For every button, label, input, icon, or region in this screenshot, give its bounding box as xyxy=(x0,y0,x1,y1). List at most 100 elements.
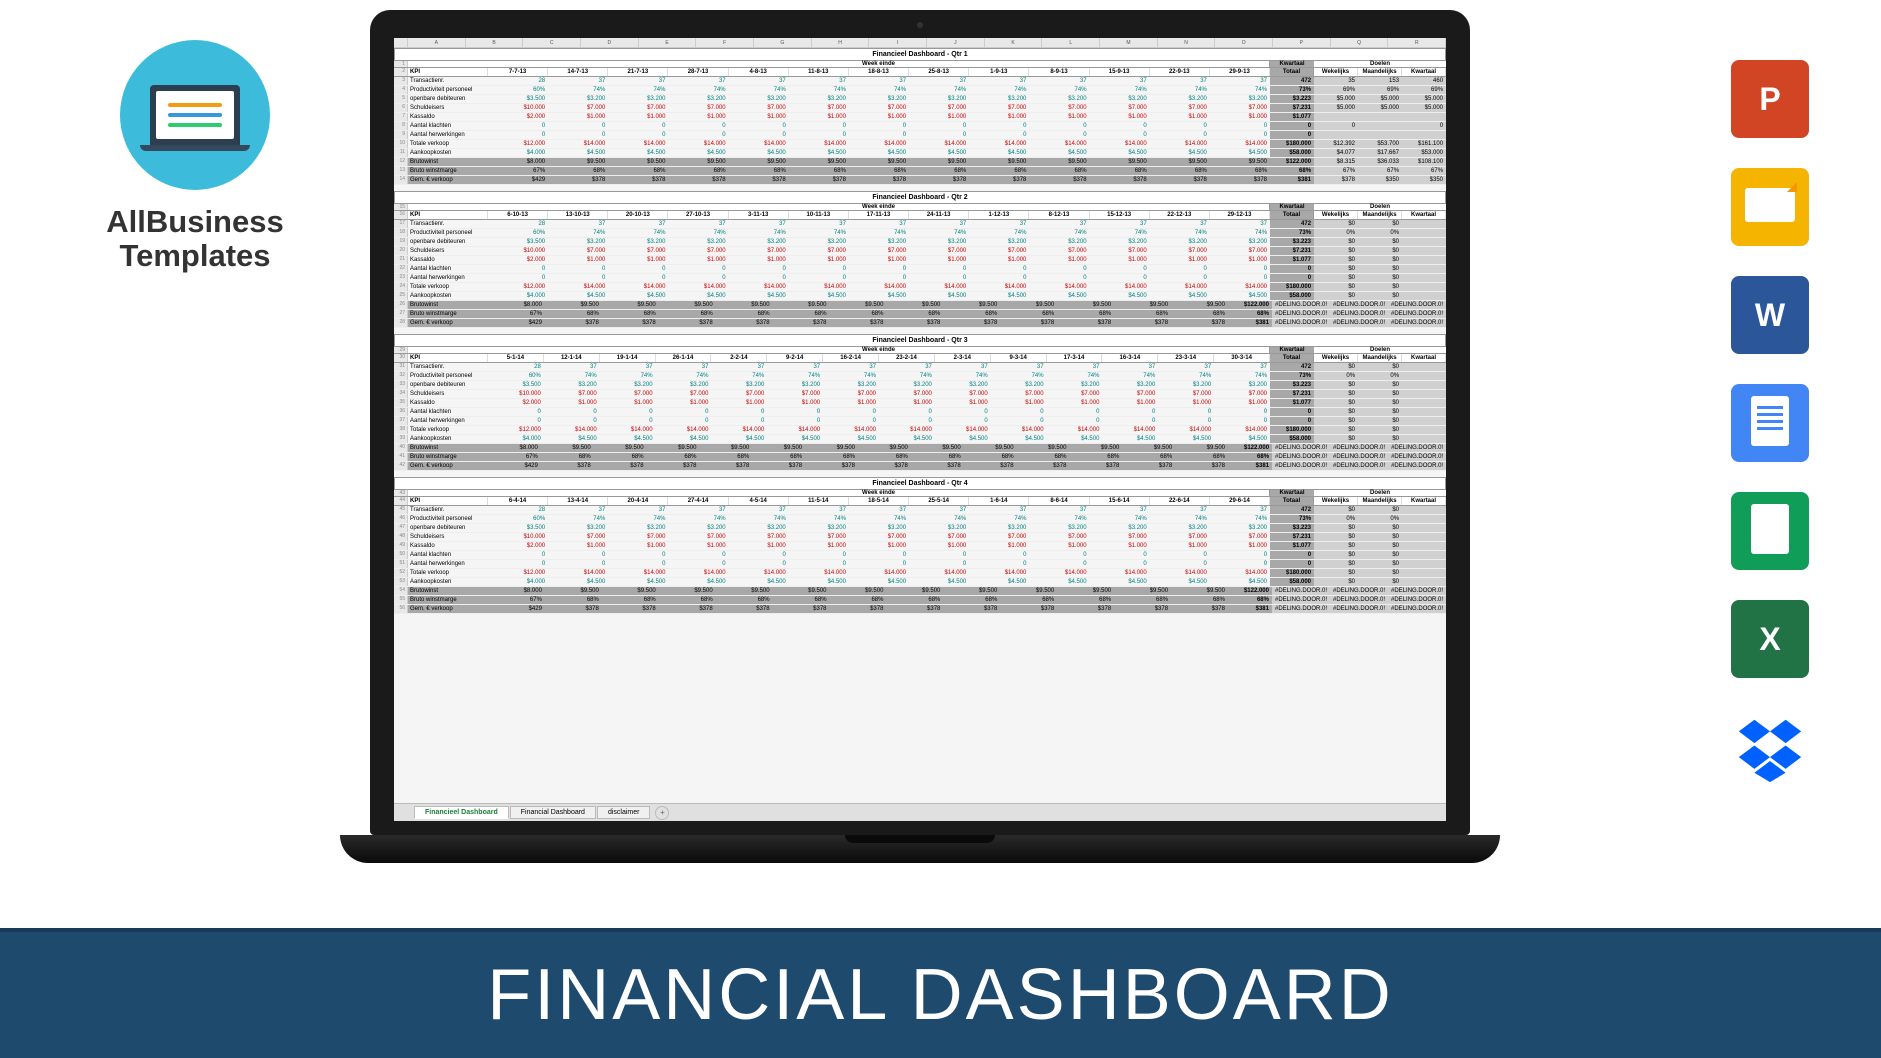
kpi-label: Aantal herwerkingen xyxy=(408,560,488,568)
value-cell: $1.000 xyxy=(1158,399,1214,407)
value-cell: $14.000 xyxy=(849,283,909,291)
value-cell: 0 xyxy=(711,417,767,425)
value-cell: $10.000 xyxy=(488,247,548,255)
value-cell: $1.000 xyxy=(879,399,935,407)
kpi-row: 45 Transactienr. 28373737373737373737373… xyxy=(394,506,1446,515)
kpi-label: Aankoopkosten xyxy=(408,435,488,443)
value-cell: $1.000 xyxy=(909,256,969,264)
value-cell: $378 xyxy=(911,462,964,470)
total-cell: 68% xyxy=(1228,596,1272,604)
value-cell: 37 xyxy=(1158,363,1214,371)
goal-cell: #DELING.DOOR.0! xyxy=(1388,462,1446,470)
value-cell: $1.000 xyxy=(1150,113,1210,121)
goal-cell: $350 xyxy=(1402,176,1446,184)
value-cell: $3.200 xyxy=(1150,524,1210,532)
sheet-tab[interactable]: Financieel Dashboard xyxy=(414,806,509,819)
value-cell: 0 xyxy=(608,274,668,282)
value-cell: $7.000 xyxy=(909,247,969,255)
goal-cell: #DELING.DOOR.0! xyxy=(1388,444,1446,452)
goal-cell xyxy=(1402,363,1446,371)
goal-cell xyxy=(1402,515,1446,523)
value-cell: 67% xyxy=(488,167,548,175)
kpi-label: openbare debiteuren xyxy=(408,524,488,532)
title-banner: FINANCIAL DASHBOARD xyxy=(0,928,1881,1058)
goal-cell: $0 xyxy=(1314,238,1358,246)
value-cell: $1.000 xyxy=(969,542,1029,550)
value-cell: $9.500 xyxy=(541,444,594,452)
value-cell: 0 xyxy=(1102,417,1158,425)
value-cell: $7.000 xyxy=(608,104,668,112)
value-cell: $14.000 xyxy=(909,140,969,148)
value-cell: $4.500 xyxy=(789,292,849,300)
value-cell: 74% xyxy=(1150,86,1210,94)
kpi-row: 39 Aankoopkosten $4.000$4.500$4.500$4.50… xyxy=(394,435,1446,444)
goal-cell: $0 xyxy=(1358,560,1402,568)
google-docs-icon xyxy=(1731,384,1809,462)
sheet-tab[interactable]: disclaimer xyxy=(597,806,651,819)
goal-cell: $0 xyxy=(1314,524,1358,532)
date-cell: 16-3-14 xyxy=(1102,354,1158,362)
value-cell: $4.500 xyxy=(1210,149,1270,157)
value-cell: 37 xyxy=(1210,77,1270,85)
sheet-tab[interactable]: Financial Dashboard xyxy=(510,806,596,819)
value-cell: $9.500 xyxy=(647,444,700,452)
value-cell: 37 xyxy=(789,220,849,228)
value-cell: 60% xyxy=(488,515,548,523)
value-cell: 0 xyxy=(1047,408,1103,416)
value-cell: 0 xyxy=(608,122,668,130)
value-cell: 0 xyxy=(608,551,668,559)
value-cell: 37 xyxy=(969,77,1029,85)
date-cell: 11-8-13 xyxy=(789,68,849,76)
value-cell: 68% xyxy=(773,310,830,318)
value-cell: $7.000 xyxy=(1029,104,1089,112)
date-header: 2 KPI 7-7-1314-7-1321-7-1328-7-134-8-131… xyxy=(394,68,1446,77)
goal-cell: $0 xyxy=(1358,426,1402,434)
value-cell: $2.000 xyxy=(488,399,544,407)
value-cell: $378 xyxy=(830,605,887,613)
value-cell: $9.500 xyxy=(545,301,602,309)
value-cell: 74% xyxy=(1150,515,1210,523)
value-cell: $4.500 xyxy=(789,578,849,586)
value-cell: $3.200 xyxy=(969,238,1029,246)
date-cell: 15-12-13 xyxy=(1090,211,1150,219)
value-cell: 74% xyxy=(600,372,656,380)
value-cell: 0 xyxy=(1214,408,1270,416)
goal-cell xyxy=(1402,256,1446,264)
value-cell: 74% xyxy=(668,229,728,237)
value-cell: $378 xyxy=(943,319,1000,327)
value-cell: $9.500 xyxy=(659,587,716,595)
goal-cell: $0 xyxy=(1314,220,1358,228)
value-cell: $7.000 xyxy=(789,104,849,112)
date-cell: 20-10-13 xyxy=(608,211,668,219)
value-cell: $14.000 xyxy=(1090,569,1150,577)
value-cell: 37 xyxy=(668,77,728,85)
date-header: 44 KPI 6-4-1413-4-1420-4-1427-4-144-5-14… xyxy=(394,497,1446,506)
value-cell: $14.000 xyxy=(1210,283,1270,291)
date-cell: 14-7-13 xyxy=(548,68,608,76)
value-cell: $1.000 xyxy=(1150,256,1210,264)
date-cell: 22-6-14 xyxy=(1150,497,1210,505)
value-cell: 0 xyxy=(488,560,548,568)
goal-cell: #DELING.DOOR.0! xyxy=(1272,310,1330,318)
value-cell: 74% xyxy=(849,229,909,237)
kpi-row: 40 Brutowinst $8.000$9.500$9.500$9.500$9… xyxy=(394,444,1446,453)
value-cell: $1.000 xyxy=(1210,113,1270,121)
total-cell: $3.223 xyxy=(1270,238,1314,246)
value-cell: $4.000 xyxy=(488,578,548,586)
goal-cell: $0 xyxy=(1358,533,1402,541)
goal-cell: $0 xyxy=(1314,408,1358,416)
total-cell: 0 xyxy=(1270,560,1314,568)
date-cell: 16-2-14 xyxy=(823,354,879,362)
value-cell: $1.000 xyxy=(1210,256,1270,264)
kpi-row: 26 Brutowinst $8.000$9.500$9.500$9.500$9… xyxy=(394,301,1446,310)
value-cell: $4.500 xyxy=(729,149,789,157)
value-cell: 0 xyxy=(1210,551,1270,559)
value-cell: $4.500 xyxy=(711,435,767,443)
value-cell: $14.000 xyxy=(969,140,1029,148)
value-cell: $14.000 xyxy=(969,283,1029,291)
goal-cell: #DELING.DOOR.0! xyxy=(1272,596,1330,604)
total-cell: $1.077 xyxy=(1270,399,1314,407)
value-cell: 37 xyxy=(879,363,935,371)
add-sheet-button[interactable]: + xyxy=(655,806,669,820)
kpi-label: Brutowinst xyxy=(408,587,488,595)
